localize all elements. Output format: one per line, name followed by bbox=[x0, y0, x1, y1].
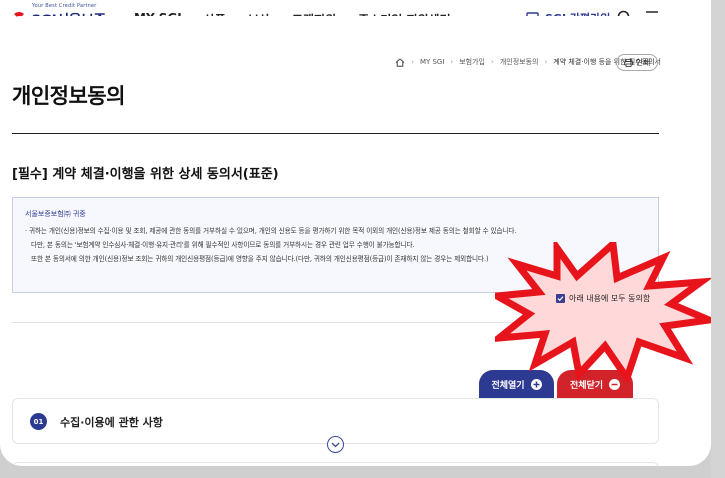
print-label: 인쇄 bbox=[635, 58, 651, 67]
notice-line: 다만, 본 동의는 '보험계약 인수심사·체결·이행·유지·관리'를 위해 필수… bbox=[31, 241, 415, 249]
accordion-title: 수집·이용에 관한 사항 bbox=[60, 416, 163, 429]
highlight-burst bbox=[495, 242, 711, 382]
print-button[interactable]: 인쇄 bbox=[616, 54, 658, 71]
accordion-number: 01 bbox=[30, 413, 47, 430]
breadcrumb-item-privacy[interactable]: 개인정보동의 bbox=[500, 57, 539, 67]
page-title: 개인정보동의 bbox=[12, 84, 125, 108]
content-card: › MY SGI › 보험가입 › 개인정보동의 › 계약 체결·이행 등을 위… bbox=[0, 16, 711, 466]
agree-all-label: 아래 내용에 모두 동의함 bbox=[569, 294, 651, 303]
section-title: [필수] 계약 체결·이행을 위한 상세 동의서(표준) bbox=[12, 167, 279, 182]
accordion-item[interactable] bbox=[12, 462, 659, 466]
breadcrumb-item-insurance[interactable]: 보험가입 bbox=[459, 57, 485, 67]
accordion-item[interactable]: 01 수집·이용에 관한 사항 bbox=[12, 398, 659, 453]
agree-all-checkbox[interactable]: 아래 내용에 모두 동의함 bbox=[556, 293, 650, 304]
print-icon bbox=[623, 58, 633, 67]
window-edge bbox=[711, 0, 725, 478]
notice-line: 또한 본 동의서에 의한 개인(신용)정보 조회는 귀하의 개인신용평점(등급)… bbox=[31, 255, 489, 263]
title-divider bbox=[12, 133, 659, 134]
chevron-down-icon[interactable] bbox=[327, 436, 344, 453]
home-icon[interactable] bbox=[395, 57, 405, 67]
logo-tagline: Your Best Credit Partner bbox=[32, 3, 97, 9]
notice-line: · 귀하는 개인(신용)정보의 수집·이용 및 조회, 제공에 관한 동의를 거… bbox=[25, 227, 517, 235]
checkbox-icon[interactable] bbox=[556, 294, 565, 303]
notice-title: 서울보증보험㈜ 귀중 bbox=[25, 210, 86, 218]
breadcrumb-item-mysgi[interactable]: MY SGI bbox=[420, 58, 444, 66]
